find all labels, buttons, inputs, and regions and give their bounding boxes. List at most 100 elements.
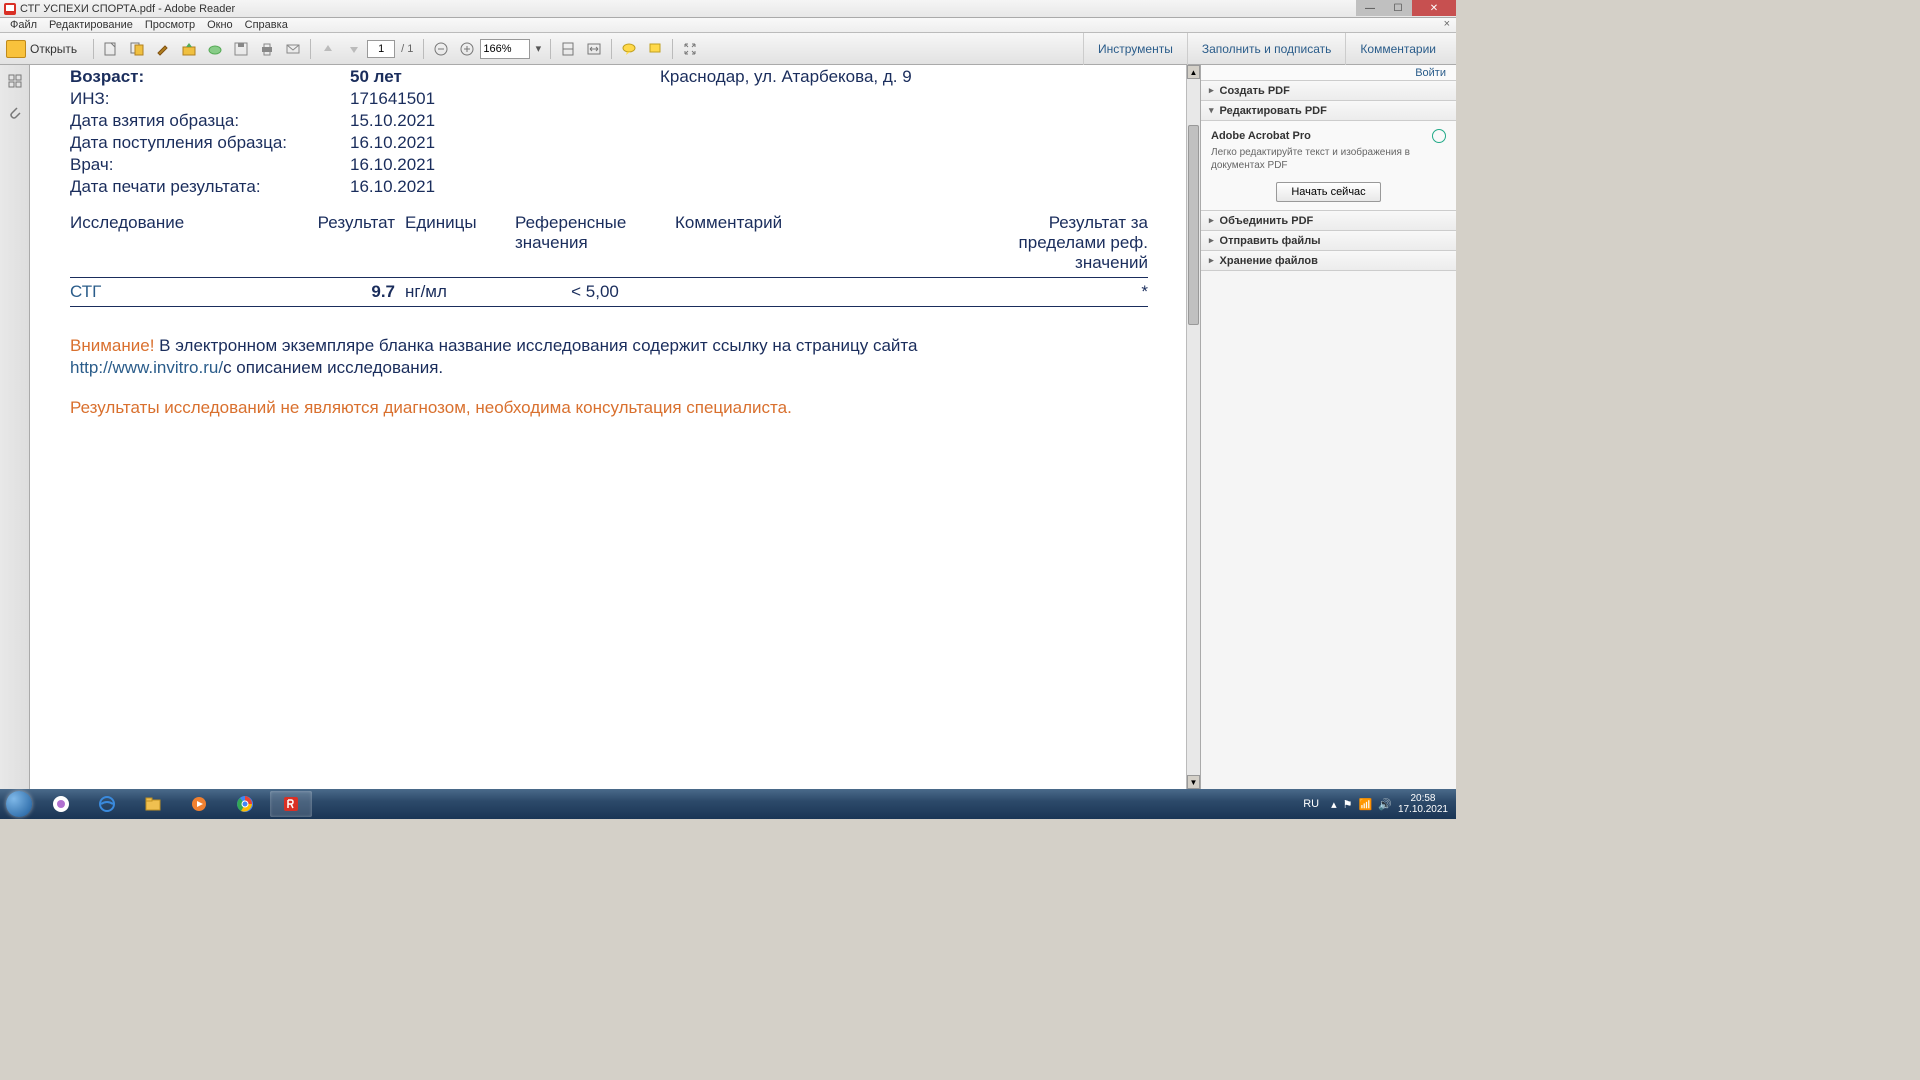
menubar-close-button[interactable]: × (1444, 18, 1450, 30)
chevron-right-icon: ▸ (1209, 215, 1214, 226)
info-label: Врач: (70, 155, 340, 175)
system-tray: RU ▴ ⚑ 📶 🔊 20:58 17.10.2021 (1303, 793, 1456, 815)
email-button[interactable] (281, 37, 305, 61)
menu-window[interactable]: Окно (201, 19, 239, 31)
read-mode-button[interactable] (678, 37, 702, 61)
toolbar: Открыть / 1 ▾ Инструменты Заполнить и по… (0, 33, 1456, 65)
cloud-button[interactable] (203, 37, 227, 61)
panel-edit-pdf[interactable]: ▾ Редактировать PDF (1201, 101, 1456, 121)
tab-tools[interactable]: Инструменты (1083, 33, 1187, 65)
scroll-up-button[interactable]: ▲ (1187, 65, 1200, 79)
open-button[interactable]: Открыть (30, 42, 77, 56)
toolbar-separator (423, 39, 424, 59)
menu-view[interactable]: Просмотр (139, 19, 201, 31)
zoom-dropdown-button[interactable]: ▾ (531, 37, 545, 61)
toolbar-separator (672, 39, 673, 59)
task-adobe-reader[interactable] (270, 791, 312, 817)
result-ref: < 5,00 (515, 282, 675, 302)
tray-chevron-icon[interactable]: ▴ (1331, 798, 1337, 811)
login-link[interactable]: Войти (1201, 65, 1456, 81)
col-outside: Результат за пределами реф. значений (985, 213, 1148, 273)
task-yandex[interactable] (40, 791, 82, 817)
refresh-icon[interactable] (1432, 129, 1446, 143)
sign-button[interactable] (151, 37, 175, 61)
info-value: 171641501 (350, 89, 650, 109)
toolbar-separator (310, 39, 311, 59)
panel-edit-content: Adobe Acrobat Pro Легко редактируйте тек… (1201, 121, 1456, 211)
taskbar: RU ▴ ⚑ 📶 🔊 20:58 17.10.2021 (0, 789, 1456, 819)
pdf-icon (4, 3, 16, 15)
clock[interactable]: 20:58 17.10.2021 (1398, 793, 1448, 815)
folder-icon[interactable] (6, 40, 26, 58)
highlight-button[interactable] (643, 37, 667, 61)
document-area: Возраст: 50 лет Краснодар, ул. Атарбеков… (30, 65, 1200, 789)
panel-send-files[interactable]: ▸Отправить файлы (1201, 231, 1456, 251)
print-button[interactable] (255, 37, 279, 61)
zoom-out-button[interactable] (429, 37, 453, 61)
date: 17.10.2021 (1398, 804, 1448, 815)
info-label: Дата печати результата: (70, 177, 340, 197)
address: Краснодар, ул. Атарбекова, д. 9 (660, 67, 1148, 87)
chevron-down-icon: ▾ (1209, 105, 1214, 116)
disclaimer: Результаты исследований не являются диаг… (70, 397, 1148, 419)
fit-width-button[interactable] (582, 37, 606, 61)
menu-help[interactable]: Справка (239, 19, 294, 31)
panel-create-pdf[interactable]: ▸Создать PDF (1201, 81, 1456, 101)
page-number-input[interactable] (367, 40, 395, 58)
scrollbar-thumb[interactable] (1188, 125, 1199, 325)
flag-icon[interactable]: ⚑ (1343, 798, 1353, 811)
attachments-icon[interactable] (5, 103, 25, 123)
comment-button[interactable] (617, 37, 641, 61)
volume-icon[interactable]: 🔊 (1378, 798, 1392, 811)
vertical-scrollbar[interactable]: ▲ ▼ (1186, 65, 1200, 789)
tab-comments[interactable]: Комментарии (1345, 33, 1450, 65)
chevron-right-icon: ▸ (1209, 235, 1214, 246)
page-down-button[interactable] (342, 37, 366, 61)
thumbnails-icon[interactable] (5, 71, 25, 91)
task-ie[interactable] (86, 791, 128, 817)
page-up-button[interactable] (316, 37, 340, 61)
info-value: 16.10.2021 (350, 155, 650, 175)
toolbar-separator (93, 39, 94, 59)
save-button[interactable] (229, 37, 253, 61)
close-button[interactable]: ✕ (1412, 0, 1456, 16)
toolbar-separator (550, 39, 551, 59)
pdf-page: Возраст: 50 лет Краснодар, ул. Атарбеков… (30, 65, 1186, 789)
task-explorer[interactable] (132, 791, 174, 817)
scroll-down-button[interactable]: ▼ (1187, 775, 1200, 789)
panel-store-files[interactable]: ▸Хранение файлов (1201, 251, 1456, 271)
create-pdf-button[interactable] (125, 37, 149, 61)
task-chrome[interactable] (224, 791, 266, 817)
col-ref: Референсные значения (515, 213, 675, 273)
tab-fill-sign[interactable]: Заполнить и подписать (1187, 33, 1346, 65)
share-button[interactable] (177, 37, 201, 61)
info-label: Дата поступления образца: (70, 133, 340, 153)
panel-merge-pdf[interactable]: ▸Объединить PDF (1201, 211, 1456, 231)
note-link[interactable]: http://www.invitro.ru/ (70, 358, 223, 377)
note-text: В электронном экземпляре бланка название… (154, 336, 917, 355)
info-value: 16.10.2021 (350, 133, 650, 153)
language-indicator[interactable]: RU (1303, 798, 1319, 810)
network-icon[interactable]: 📶 (1359, 798, 1373, 811)
info-value: 50 лет (350, 67, 650, 87)
col-unit: Единицы (405, 213, 515, 273)
zoom-input[interactable] (480, 39, 530, 59)
menu-file[interactable]: Файл (4, 19, 43, 31)
task-media-player[interactable] (178, 791, 220, 817)
info-label: ИНЗ: (70, 89, 340, 109)
panel-label: Редактировать PDF (1220, 105, 1327, 117)
zoom-in-button[interactable] (455, 37, 479, 61)
note-warning: Внимание! (70, 336, 154, 355)
menu-edit[interactable]: Редактирование (43, 19, 139, 31)
export-pdf-button[interactable] (99, 37, 123, 61)
maximize-button[interactable]: ☐ (1384, 0, 1412, 16)
table-row: СТГ 9.7 нг/мл < 5,00 * (70, 278, 1148, 307)
time: 20:58 (1398, 793, 1448, 804)
page-total: / 1 (401, 43, 413, 55)
start-button[interactable] (0, 789, 38, 819)
note-text: с описанием исследования. (223, 358, 443, 377)
fit-page-button[interactable] (556, 37, 580, 61)
start-now-button[interactable]: Начать сейчас (1276, 182, 1380, 202)
test-name-link[interactable]: СТГ (70, 282, 300, 302)
minimize-button[interactable]: — (1356, 0, 1384, 16)
